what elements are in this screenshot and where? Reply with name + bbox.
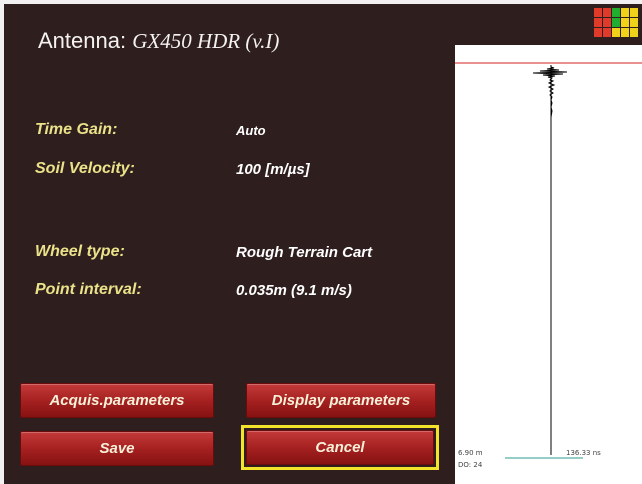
display-parameters-button[interactable]: Display parameters — [246, 383, 436, 418]
meter-cell — [621, 8, 629, 17]
trace-panel: 6.90 m 136.33 ns DO: 24 — [455, 45, 642, 484]
meter-cell — [630, 28, 638, 37]
meter-cell — [603, 8, 611, 17]
time-gain-label: Time Gain: — [35, 121, 118, 138]
meter-cell — [594, 18, 602, 27]
meter-cell — [603, 18, 611, 27]
soil-velocity-value[interactable]: 100 [m/µs] — [236, 161, 310, 178]
meter-row — [594, 28, 642, 37]
save-button[interactable]: Save — [20, 431, 214, 466]
wheel-type-label: Wheel type: — [35, 243, 125, 260]
time-readout: 136.33 ns — [566, 449, 601, 457]
distance-readout: 6.90 m — [458, 449, 483, 457]
meter-row — [594, 8, 642, 17]
signal-level-meter — [594, 8, 642, 38]
point-interval-value[interactable]: 0.035m (9.1 m/s) — [236, 282, 352, 299]
acquis-parameters-button[interactable]: Acquis.parameters — [20, 383, 214, 418]
meter-cell — [603, 28, 611, 37]
meter-cell — [621, 18, 629, 27]
wheel-type-value[interactable]: Rough Terrain Cart — [236, 244, 372, 261]
meter-row — [594, 18, 642, 27]
trace-plot — [455, 62, 642, 459]
meter-cell — [612, 8, 620, 17]
antenna-label: Antenna: — [38, 28, 127, 53]
meter-cell — [612, 28, 620, 37]
cancel-button[interactable]: Cancel — [246, 430, 434, 465]
meter-cell — [594, 8, 602, 17]
time-gain-value[interactable]: Auto — [236, 123, 266, 138]
meter-cell — [621, 28, 629, 37]
meter-cell — [630, 18, 638, 27]
meter-cell — [594, 28, 602, 37]
meter-cell — [630, 8, 638, 17]
antenna-model: GX450 HDR (v.I) — [132, 29, 280, 53]
point-interval-label: Point interval: — [35, 281, 142, 298]
trace-waveform — [532, 65, 568, 125]
do-readout: DO: 24 — [458, 461, 483, 469]
soil-velocity-label: Soil Velocity: — [35, 160, 135, 177]
meter-cell — [612, 18, 620, 27]
antenna-title: Antenna: GX450 HDR (v.I) — [38, 28, 279, 54]
